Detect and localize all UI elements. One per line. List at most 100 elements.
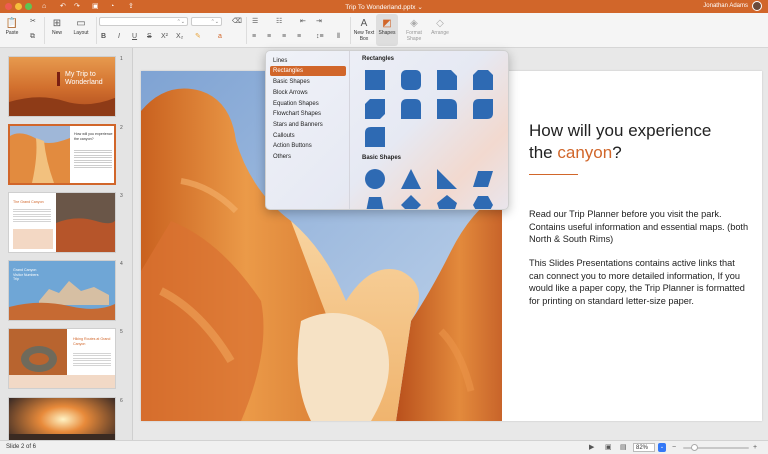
slide-1-preview <box>9 57 115 116</box>
category-action-buttons[interactable]: Action Buttons <box>270 141 346 151</box>
triangle-shape[interactable] <box>399 167 423 191</box>
superscript-icon[interactable]: X² <box>161 32 168 41</box>
shapes-icon: ◩ <box>382 18 392 29</box>
trapezoid-shape[interactable] <box>363 193 387 210</box>
numbering-icon[interactable]: ☷ <box>276 17 282 26</box>
status-bar: Slide 2 of 6 ▶ ▣ ▤ 82% ⌄ − + <box>0 440 768 454</box>
document-title: Trip To Wonderland.pptx ⌄ <box>345 4 423 11</box>
copy-icon[interactable]: ⧉ <box>30 32 35 41</box>
zoom-input[interactable]: 82% <box>633 443 655 452</box>
avatar[interactable] <box>752 1 762 11</box>
slide-thumbnail-5[interactable]: Hiking Routes at Grand Canyon <box>8 328 116 389</box>
slide-2-title: How will you experience the canyon? <box>74 132 113 141</box>
paste-button[interactable]: 📋 Paste <box>3 17 21 36</box>
snip-round-rectangle-shape[interactable] <box>363 125 387 149</box>
snip-diagonal-rectangle-shape[interactable] <box>363 97 387 121</box>
category-basic-shapes[interactable]: Basic Shapes <box>270 77 346 87</box>
slide-thumbnail-6[interactable] <box>8 397 116 440</box>
zoom-out-icon[interactable]: − <box>672 444 676 452</box>
play-slideshow-icon[interactable]: ▶ <box>589 444 594 452</box>
section-rectangles-title: Rectangles <box>362 56 395 62</box>
shape-gallery: Rectangles Basic Shapes <box>351 51 508 210</box>
font-family-select[interactable]: ⌃⌄ <box>99 17 188 26</box>
text-box-icon: A <box>360 18 368 29</box>
diamond-shape[interactable] <box>399 193 423 210</box>
shapes-dropdown: Lines Rectangles Basic Shapes Block Arro… <box>265 50 509 210</box>
slide-thumbnail-4[interactable]: Grand Canyon Visitor Numbers Trip <box>8 260 116 321</box>
bullets-icon[interactable]: ☰ <box>252 17 258 26</box>
round-diagonal-rectangle-shape[interactable] <box>471 97 495 121</box>
round-same-side-rectangle-shape[interactable] <box>399 97 423 121</box>
slide-1-title: My Trip to Wonderland <box>65 71 103 86</box>
font-size-select[interactable]: ⌃⌄ <box>191 17 222 26</box>
category-callouts[interactable]: Callouts <box>270 131 346 141</box>
align-center-icon[interactable]: ≡ <box>267 32 271 41</box>
normal-view-icon[interactable]: ▣ <box>605 444 612 452</box>
slide-5-title: Hiking Routes at Grand Canyon <box>73 337 111 346</box>
slide-paragraph-2[interactable]: This Slides Presentations contains activ… <box>529 257 751 307</box>
category-rectangles[interactable]: Rectangles <box>270 66 346 76</box>
snip-corner-rectangle-shape[interactable] <box>435 68 459 92</box>
italic-button[interactable]: I <box>118 32 120 41</box>
justify-icon[interactable]: ≡ <box>297 32 301 41</box>
oval-shape[interactable] <box>363 167 387 191</box>
user-name: Jonathan Adams <box>703 3 748 9</box>
layout-button[interactable]: ▭ Layout <box>70 17 92 36</box>
slide-paragraph-1[interactable]: Read our Trip Planner before you visit t… <box>529 208 751 246</box>
format-shape-button[interactable]: ◈ Format Shape <box>402 17 426 42</box>
slide-number-5: 5 <box>120 329 123 335</box>
slide-thumbnail-panel: My Trip to Wonderland 1 How will you exp… <box>0 48 133 440</box>
pentagon-shape[interactable] <box>435 193 459 210</box>
highlight-icon[interactable]: ✎ <box>195 32 201 41</box>
zoom-in-icon[interactable]: + <box>753 444 757 452</box>
category-equation-shapes[interactable]: Equation Shapes <box>270 99 346 109</box>
section-basic-shapes-title: Basic Shapes <box>362 155 402 161</box>
category-stars-and-banners[interactable]: Stars and Banners <box>270 120 346 130</box>
clear-format-icon[interactable]: ⌫ <box>232 17 242 26</box>
underline-button[interactable]: U <box>132 32 137 41</box>
slide-number-1: 1 <box>120 56 123 62</box>
slide-thumbnail-2[interactable]: How will you experience the canyon? <box>8 124 116 185</box>
new-slide-button[interactable]: ⊞ New <box>48 17 66 36</box>
notes-view-icon[interactable]: ▤ <box>620 444 627 452</box>
strikethrough-button[interactable]: S <box>147 32 152 41</box>
paste-icon: 📋 <box>5 18 19 29</box>
category-block-arrows[interactable]: Block Arrows <box>270 88 346 98</box>
cut-icon[interactable]: ✂ <box>30 17 36 26</box>
category-lines[interactable]: Lines <box>270 56 346 66</box>
indent-increase-icon[interactable]: ⇥ <box>316 17 322 26</box>
slide-number-2: 2 <box>120 125 123 131</box>
slide-3-title: The Grand Canyon <box>13 200 44 204</box>
align-right-icon[interactable]: ≡ <box>282 32 286 41</box>
zoom-slider-handle[interactable] <box>691 444 698 451</box>
subscript-icon[interactable]: X₂ <box>176 32 183 41</box>
slide-number-6: 6 <box>120 398 123 404</box>
right-triangle-shape[interactable] <box>435 167 459 191</box>
slide-6-preview <box>9 398 115 440</box>
layout-icon: ▭ <box>76 18 86 29</box>
zoom-dropdown-button[interactable]: ⌄ <box>658 443 666 452</box>
rectangle-shape[interactable] <box>363 68 387 92</box>
arrange-icon: ◇ <box>436 18 444 29</box>
arrange-button[interactable]: ◇ Arrange <box>429 17 451 36</box>
slide-2-preview <box>10 126 70 183</box>
font-color-icon[interactable]: a <box>218 32 222 41</box>
category-others[interactable]: Others <box>270 152 346 162</box>
category-flowchart-shapes[interactable]: Flowchart Shapes <box>270 109 346 119</box>
slide-thumbnail-1[interactable]: My Trip to Wonderland <box>8 56 116 117</box>
hexagon-shape[interactable] <box>471 193 495 210</box>
slide-thumbnail-3[interactable]: The Grand Canyon <box>8 192 116 253</box>
new-text-box-button[interactable]: A New Text Box <box>353 17 375 42</box>
shapes-button[interactable]: ◩ Shapes <box>376 17 398 36</box>
align-left-icon[interactable]: ≡ <box>252 32 256 41</box>
parallelogram-shape[interactable] <box>471 167 495 191</box>
columns-icon[interactable]: ⫴ <box>337 32 340 41</box>
presentation-app: ⌂ ↶ ↷ ▣ ◔ ⇪ Trip To Wonderland.pptx ⌄ Jo… <box>0 0 768 454</box>
indent-decrease-icon[interactable]: ⇤ <box>300 17 306 26</box>
snip-same-side-rectangle-shape[interactable] <box>471 68 495 92</box>
slide-heading[interactable]: How will you experience the canyon? <box>529 120 759 164</box>
bold-button[interactable]: B <box>101 32 106 41</box>
line-spacing-icon[interactable]: ↕≡ <box>316 32 324 41</box>
rounded-rectangle-shape[interactable] <box>399 68 423 92</box>
round-single-corner-rectangle-shape[interactable] <box>435 97 459 121</box>
